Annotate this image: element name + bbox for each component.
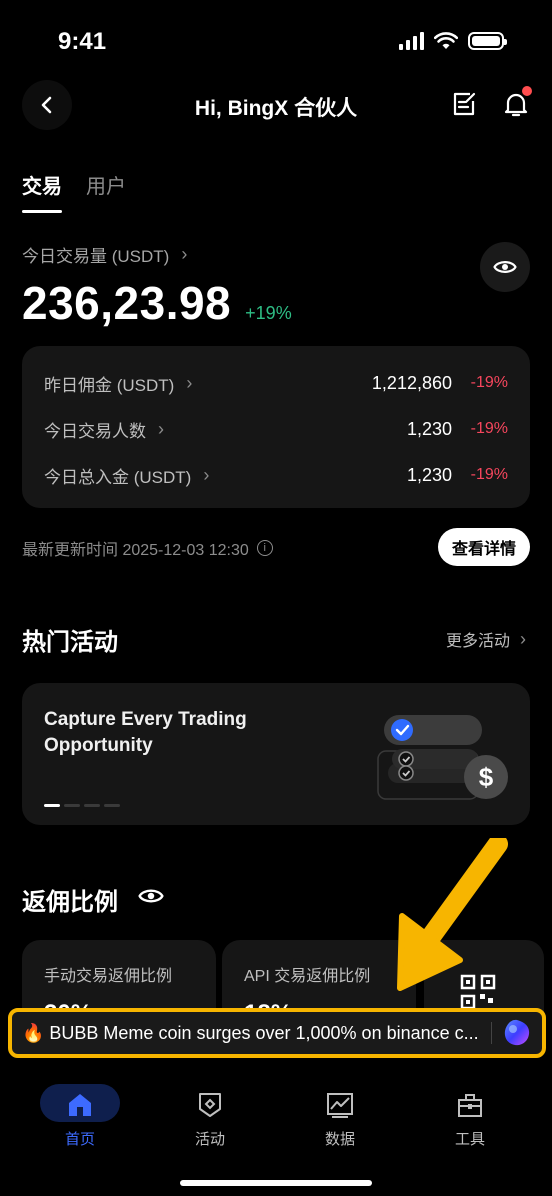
nav-label: 首页 xyxy=(64,1131,95,1148)
nav-label: 工具 xyxy=(454,1131,485,1148)
stat-value: 1,230 xyxy=(406,464,452,485)
volume-label: 今日交易量 (USDT) xyxy=(22,247,170,266)
status-time: 9:41 xyxy=(58,28,107,55)
stat-row[interactable]: 今日交易人数 › 1,230 -19% xyxy=(44,406,508,452)
svg-text:$: $ xyxy=(479,762,494,792)
nav-item-tools[interactable]: 工具 xyxy=(430,1088,510,1149)
stat-change: -19% xyxy=(470,466,508,483)
edit-button[interactable] xyxy=(450,90,478,118)
nav-label: 数据 xyxy=(324,1131,355,1148)
stat-row[interactable]: 今日总入金 (USDT) › 1,230 -19% xyxy=(44,452,508,498)
rebate-visibility-button[interactable] xyxy=(138,886,164,911)
ai-assistant-icon[interactable] xyxy=(502,1018,532,1048)
stat-label: 今日总入金 (USDT) xyxy=(44,467,192,487)
update-time-row: 最新更新时间 2025-12-03 12:30 i xyxy=(22,536,273,560)
status-icons xyxy=(399,32,507,50)
chevron-right-icon: › xyxy=(158,418,164,439)
banner-pagination xyxy=(44,804,120,807)
volume-change: +19% xyxy=(245,303,292,323)
section-title-rebate: 返佣比例 xyxy=(22,889,118,916)
stat-label: 昨日佣金 (USDT) xyxy=(44,375,175,395)
divider xyxy=(491,1022,492,1044)
chevron-right-icon: › xyxy=(186,372,193,393)
chevron-right-icon: › xyxy=(181,244,188,264)
news-ticker[interactable]: 🔥 BUBB Meme coin surges over 1,000% on b… xyxy=(8,1008,546,1058)
notification-dot xyxy=(522,86,532,96)
arrow-annotation-icon xyxy=(397,838,508,991)
activity-banner[interactable]: Capture Every Trading Opportunity $ xyxy=(22,683,530,825)
nav-item-home[interactable]: 首页 xyxy=(40,1088,120,1149)
home-indicator xyxy=(180,1180,372,1186)
signal-icon xyxy=(399,32,424,50)
status-bar: 9:41 xyxy=(0,0,552,70)
banner-text: Capture Every Trading Opportunity xyxy=(44,709,247,756)
home-icon xyxy=(69,1094,91,1116)
info-icon[interactable]: i xyxy=(256,540,273,556)
activity-icon xyxy=(199,1093,221,1117)
more-activities-label: 更多活动 xyxy=(445,633,510,650)
stat-value: 1,212,860 xyxy=(371,372,452,393)
toggle-visibility-button[interactable] xyxy=(480,242,530,292)
volume-value: 236,23.98 xyxy=(22,277,232,329)
notification-button[interactable] xyxy=(502,86,532,118)
nav-item-data[interactable]: 数据 xyxy=(300,1088,380,1149)
tab-users[interactable]: 用户 xyxy=(86,170,126,213)
stat-label: 今日交易人数 xyxy=(44,421,146,441)
view-details-button[interactable]: 查看详情 xyxy=(437,528,530,566)
eye-icon xyxy=(493,261,517,273)
stat-row[interactable]: 昨日佣金 (USDT) › 1,212,860 -19% xyxy=(44,360,508,406)
volume-label-link[interactable]: 今日交易量 (USDT) › xyxy=(22,242,187,267)
section-title-activities: 热门活动 xyxy=(22,629,118,656)
tab-trading[interactable]: 交易 xyxy=(22,170,62,213)
volume-row: 236,23.98 +19% xyxy=(22,276,292,330)
stat-change: -19% xyxy=(470,374,508,391)
tab-bar: 交易 用户 xyxy=(22,170,126,213)
ticker-text: 🔥 BUBB Meme coin surges over 1,000% on b… xyxy=(22,1022,479,1043)
stat-value: 1,230 xyxy=(406,418,452,439)
rebate-label: API 交易返佣比例 xyxy=(244,968,371,985)
toolbox-icon xyxy=(458,1094,482,1117)
chevron-right-icon: › xyxy=(520,628,526,649)
chevron-right-icon: › xyxy=(203,464,210,485)
more-activities-link[interactable]: 更多活动 › xyxy=(446,627,526,651)
header: Hi, BingX 合伙人 xyxy=(0,70,552,142)
wifi-icon xyxy=(434,32,458,49)
rebate-label: 手动交易返佣比例 xyxy=(44,968,173,985)
update-time: 最新更新时间 2025-12-03 12:30 xyxy=(22,542,249,559)
nav-label: 活动 xyxy=(194,1131,225,1148)
stat-change: -19% xyxy=(470,420,508,437)
eye-icon xyxy=(138,889,164,903)
nav-item-activities[interactable]: 活动 xyxy=(170,1088,250,1149)
chart-icon xyxy=(327,1093,353,1118)
battery-icon xyxy=(468,32,507,50)
bottom-nav: 首页 活动 数据 工具 xyxy=(0,1062,552,1196)
stats-card: 昨日佣金 (USDT) › 1,212,860 -19% 今日交易人数 › 1,230… xyxy=(22,346,530,508)
edit-icon xyxy=(453,92,476,116)
checklist-dollar-icon: $ xyxy=(377,715,508,800)
